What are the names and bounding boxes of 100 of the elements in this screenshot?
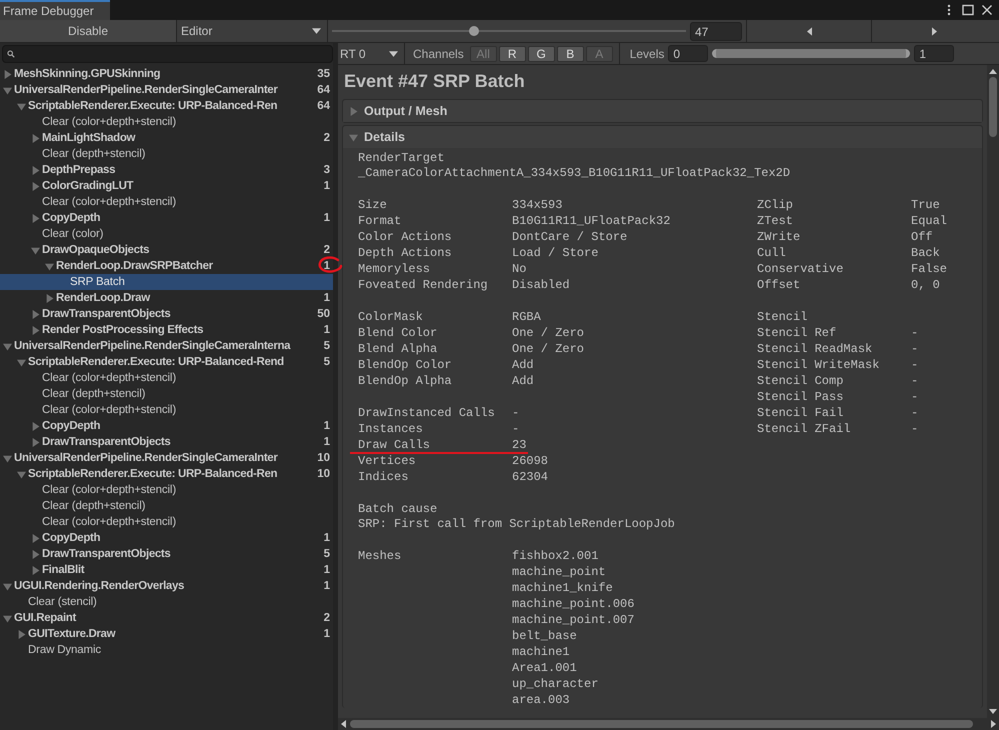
- tree-row[interactable]: DrawTransparentObjects 1: [0, 434, 333, 450]
- caret-icon[interactable]: [31, 182, 40, 190]
- caret-icon[interactable]: [31, 438, 40, 446]
- tree-row[interactable]: CopyDepth 1: [0, 530, 333, 546]
- channel-toggle[interactable]: G: [528, 46, 555, 62]
- tree-row[interactable]: MainLightShadow 2: [0, 130, 333, 146]
- scrollbar-thumb[interactable]: [989, 77, 997, 137]
- levels-max-field[interactable]: 1: [914, 45, 954, 62]
- tree-row[interactable]: Clear (color): [0, 226, 333, 242]
- tree-row[interactable]: DepthPrepass 3: [0, 162, 333, 178]
- tree-row[interactable]: UGUI.Rendering.RenderOverlays 1: [0, 578, 333, 594]
- property-value: -: [911, 342, 918, 356]
- tree-row[interactable]: ColorGradingLUT 1: [0, 178, 333, 194]
- slider-thumb[interactable]: [468, 26, 479, 36]
- tree-row[interactable]: DrawTransparentObjects 5: [0, 546, 333, 562]
- caret-icon[interactable]: [31, 214, 40, 222]
- tree-row[interactable]: RenderLoop.DrawSRPBatcher 1: [0, 258, 333, 274]
- caret-icon[interactable]: [3, 86, 12, 94]
- caret-icon[interactable]: [3, 70, 12, 78]
- caret-icon[interactable]: [31, 326, 40, 334]
- tree-row[interactable]: UniversalRenderPipeline.RenderSingleCameraInterna 5: [0, 338, 333, 354]
- tree-row[interactable]: UniversalRenderPipeline.RenderSingleCameraInter 64: [0, 82, 333, 98]
- property-label: Format: [358, 214, 402, 228]
- previous-icon: [806, 26, 812, 36]
- tree-row[interactable]: Clear (stencil): [0, 594, 333, 610]
- caret-icon[interactable]: [3, 454, 12, 462]
- tree-row[interactable]: Clear (color+depth+stencil): [0, 514, 333, 530]
- close-icon[interactable]: [981, 4, 993, 16]
- tree-row[interactable]: DrawOpaqueObjects 2: [0, 242, 333, 258]
- channel-toggle[interactable]: B: [556, 46, 584, 62]
- caret-icon[interactable]: [31, 310, 40, 318]
- caret-icon[interactable]: [31, 566, 40, 574]
- caret-icon[interactable]: [31, 134, 40, 142]
- tree-row[interactable]: GUITexture.Draw 1: [0, 626, 333, 642]
- tree-row[interactable]: Clear (color+depth+stencil): [0, 114, 333, 130]
- tree-row[interactable]: Clear (color+depth+stencil): [0, 402, 333, 418]
- tree-row[interactable]: CopyDepth 1: [0, 210, 333, 226]
- levels-min-field[interactable]: 0: [668, 45, 708, 62]
- window-tab[interactable]: Frame Debugger: [0, 0, 110, 20]
- disable-button[interactable]: Disable: [0, 20, 177, 42]
- event-number-field[interactable]: 47: [690, 22, 742, 41]
- tree-row[interactable]: Clear (color+depth+stencil): [0, 370, 333, 386]
- tree-row[interactable]: Clear (color+depth+stencil): [0, 194, 333, 210]
- tree-row[interactable]: GUI.Repaint 2: [0, 610, 333, 626]
- tree-row[interactable]: DrawTransparentObjects 50: [0, 306, 333, 322]
- caret-icon[interactable]: [45, 262, 54, 270]
- caret-icon[interactable]: [17, 102, 26, 110]
- caret-icon[interactable]: [3, 582, 12, 590]
- scroll-right-icon[interactable]: [991, 720, 996, 728]
- caret-icon[interactable]: [45, 294, 54, 302]
- tree-row[interactable]: Clear (depth+stencil): [0, 386, 333, 402]
- event-name: Clear (color+depth+stencil): [42, 484, 176, 496]
- tree-row[interactable]: ScriptableRenderer.Execute: URP-Balanced-Ren 64: [0, 98, 333, 114]
- tree-row[interactable]: RenderLoop.Draw 1: [0, 290, 333, 306]
- channel-toggle[interactable]: R: [498, 46, 526, 62]
- tree-row[interactable]: MeshSkinning.GPUSkinning 35: [0, 66, 333, 82]
- vertical-scrollbar[interactable]: [987, 65, 999, 718]
- tree-row[interactable]: Clear (color+depth+stencil): [0, 482, 333, 498]
- tree-row[interactable]: Clear (depth+stencil): [0, 146, 333, 162]
- tree-row[interactable]: Draw Dynamic: [0, 642, 333, 658]
- scroll-left-icon[interactable]: [341, 720, 346, 728]
- caret-icon[interactable]: [349, 106, 358, 116]
- caret-icon[interactable]: [3, 614, 12, 622]
- caret-icon[interactable]: [31, 550, 40, 558]
- scroll-down-icon[interactable]: [989, 709, 997, 714]
- caret-icon[interactable]: [31, 246, 40, 254]
- scroll-up-icon[interactable]: [989, 69, 997, 74]
- tree-row[interactable]: UniversalRenderPipeline.RenderSingleCameraInter 10: [0, 450, 333, 466]
- event-name: DrawTransparentObjects: [42, 548, 170, 560]
- foldout-header[interactable]: Details: [343, 126, 982, 148]
- draw-count: 2: [322, 244, 330, 256]
- caret-icon[interactable]: [349, 132, 358, 142]
- tree-row[interactable]: CopyDepth 1: [0, 418, 333, 434]
- tree-row[interactable]: SRP Batch: [0, 274, 333, 290]
- tree-row[interactable]: FinalBlit 1: [0, 562, 333, 578]
- caret-icon[interactable]: [17, 470, 26, 478]
- draw-count: 1: [322, 628, 330, 640]
- property-value: _CameraColorAttachmentA_334x593_B10G11R11_UFloatPack32_Tex2D: [358, 166, 792, 180]
- tree-row[interactable]: ScriptableRenderer.Execute: URP-Balanced-Ren 10: [0, 466, 333, 482]
- caret-icon[interactable]: [31, 534, 40, 542]
- caret-icon[interactable]: [17, 358, 26, 366]
- draw-count: 10: [316, 468, 330, 480]
- render-target-dropdown[interactable]: RT 0: [338, 43, 405, 64]
- event-name: Draw Dynamic: [28, 644, 101, 656]
- caret-icon[interactable]: [17, 630, 26, 638]
- tree-row[interactable]: Render PostProcessing Effects 1: [0, 322, 333, 338]
- draw-count: 1: [322, 580, 330, 592]
- foldout-header[interactable]: Output / Mesh: [343, 100, 982, 122]
- mesh-name: belt_base: [512, 629, 578, 643]
- draw-count: 1: [322, 420, 330, 432]
- search-field[interactable]: [2, 45, 333, 63]
- horizontal-scrollbar[interactable]: [338, 718, 999, 730]
- caret-icon[interactable]: [31, 422, 40, 430]
- caret-icon[interactable]: [31, 166, 40, 174]
- tree-row[interactable]: ScriptableRenderer.Execute: URP-Balanced-Rend 5: [0, 354, 333, 370]
- maximize-icon[interactable]: [962, 4, 974, 16]
- levels-range-slider[interactable]: [712, 49, 910, 58]
- tree-row[interactable]: Clear (depth+stencil): [0, 498, 333, 514]
- caret-icon[interactable]: [3, 342, 12, 350]
- property-label: Cull: [757, 246, 787, 260]
